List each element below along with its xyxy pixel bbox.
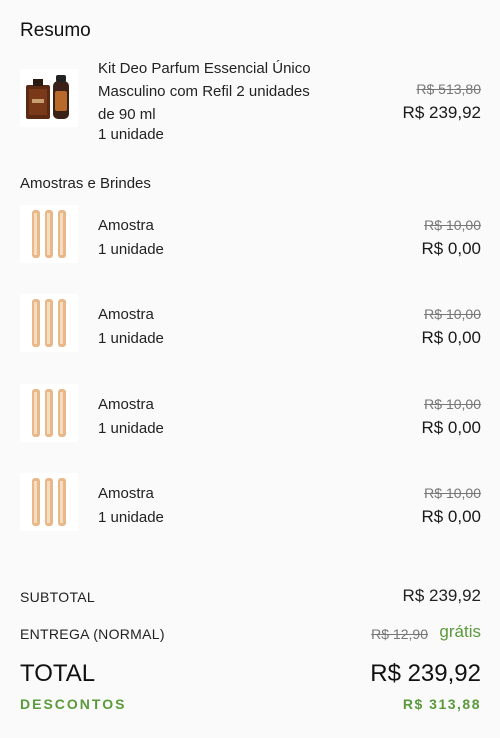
sample-old-price: R$ 10,00: [424, 396, 481, 412]
product-old-price: R$ 513,80: [416, 81, 481, 97]
sample-vials-icon: [32, 478, 66, 526]
samples-section-title: Amostras e Brindes: [20, 175, 151, 192]
total-value: R$ 239,92: [370, 660, 481, 687]
sample-image[interactable]: [20, 294, 78, 352]
sample-price: R$ 0,00: [421, 239, 481, 258]
subtotal-value: R$ 239,92: [402, 586, 481, 605]
sample-name: Amostra: [98, 396, 154, 413]
sample-vials-icon: [32, 299, 66, 347]
sample-price: R$ 0,00: [421, 328, 481, 347]
sample-name: Amostra: [98, 217, 154, 234]
perfume-bottle-icon: [26, 75, 69, 119]
sample-quantity: 1 unidade: [98, 420, 164, 437]
discount-label: DESCONTOS: [20, 696, 127, 712]
sample-image[interactable]: [20, 473, 78, 531]
product-price: R$ 239,92: [402, 103, 481, 122]
sample-old-price: R$ 10,00: [424, 217, 481, 233]
sample-image[interactable]: [20, 205, 78, 263]
delivery-label: ENTREGA (NORMAL): [20, 626, 165, 642]
sample-old-price: R$ 10,00: [424, 485, 481, 501]
sample-image[interactable]: [20, 384, 78, 442]
sample-vials-icon: [32, 389, 66, 437]
sample-old-price: R$ 10,00: [424, 306, 481, 322]
sample-name: Amostra: [98, 306, 154, 323]
total-label: TOTAL: [20, 660, 96, 687]
subtotal-label: SUBTOTAL: [20, 589, 96, 605]
sample-quantity: 1 unidade: [98, 241, 164, 258]
sample-quantity: 1 unidade: [98, 330, 164, 347]
page-title: Resumo: [20, 20, 91, 41]
delivery-value: grátis: [439, 622, 481, 641]
sample-price: R$ 0,00: [421, 418, 481, 437]
sample-price: R$ 0,00: [421, 507, 481, 526]
discount-value: R$ 313,88: [402, 696, 481, 712]
sample-name: Amostra: [98, 485, 154, 502]
product-image[interactable]: [20, 69, 78, 127]
product-name[interactable]: Kit Deo Parfum Essencial Único Masculino…: [98, 57, 311, 126]
product-quantity: 1 unidade: [98, 126, 164, 143]
sample-quantity: 1 unidade: [98, 509, 164, 526]
delivery-old-price: R$ 12,90: [371, 626, 428, 642]
sample-vials-icon: [32, 210, 66, 258]
